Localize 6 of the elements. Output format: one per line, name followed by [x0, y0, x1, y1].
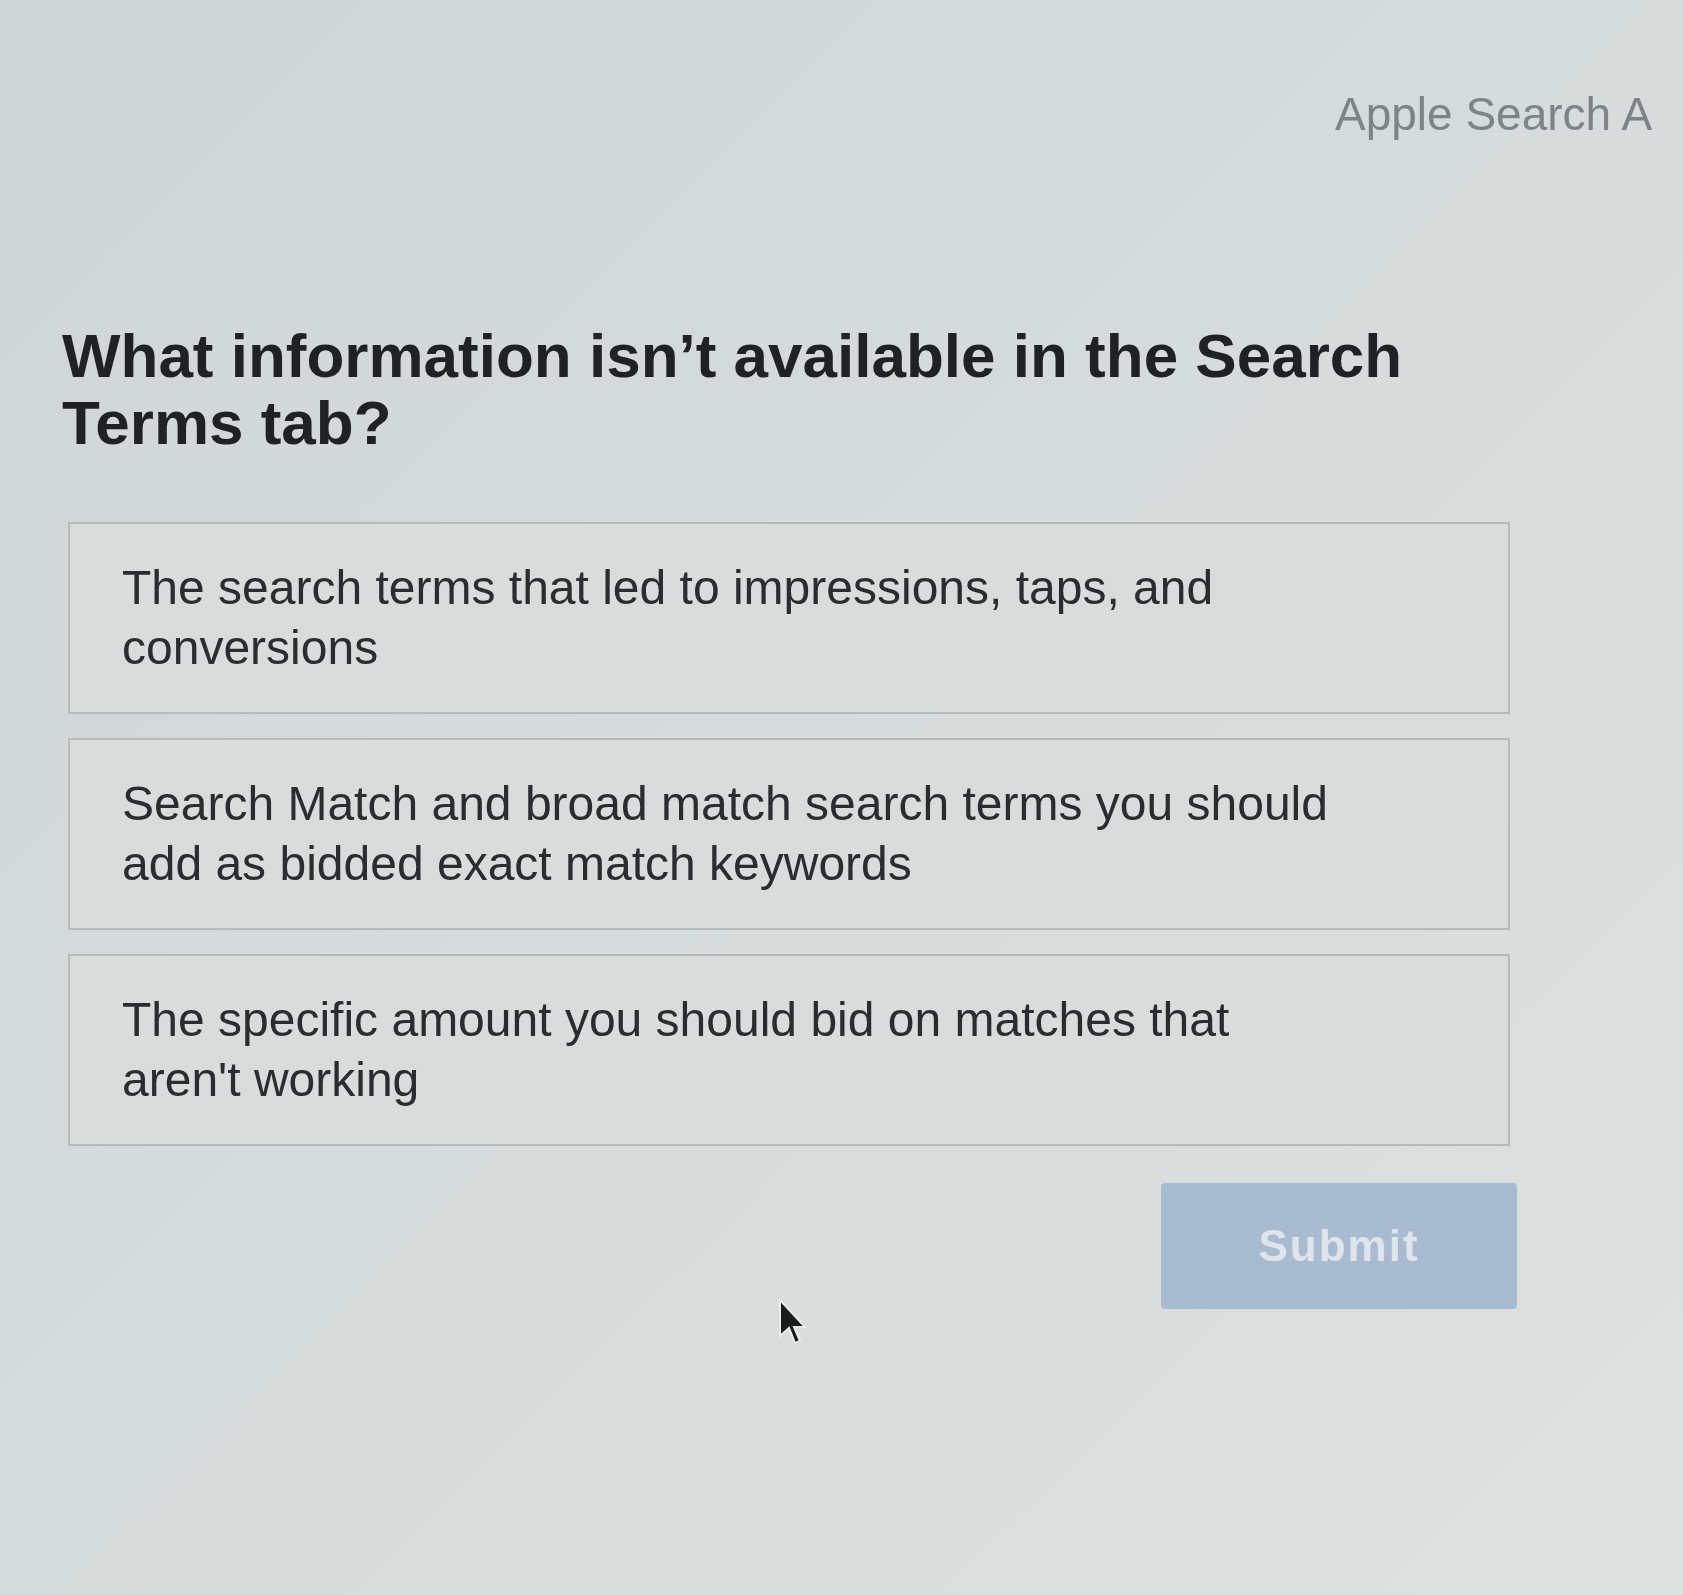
cursor-icon — [778, 1298, 808, 1346]
answer-option[interactable]: The specific amount you should bid on matches that aren't working — [68, 954, 1510, 1146]
site-title: Apple Search A — [1335, 88, 1653, 140]
question-heading: What information isn’t available in the Search Terms tab? — [62, 322, 1404, 456]
answer-option[interactable]: The search terms that led to impressions, taps, and conversions — [68, 522, 1510, 714]
answer-option[interactable]: Search Match and broad match search terms you should add as bidded exact match keywords — [68, 738, 1510, 930]
